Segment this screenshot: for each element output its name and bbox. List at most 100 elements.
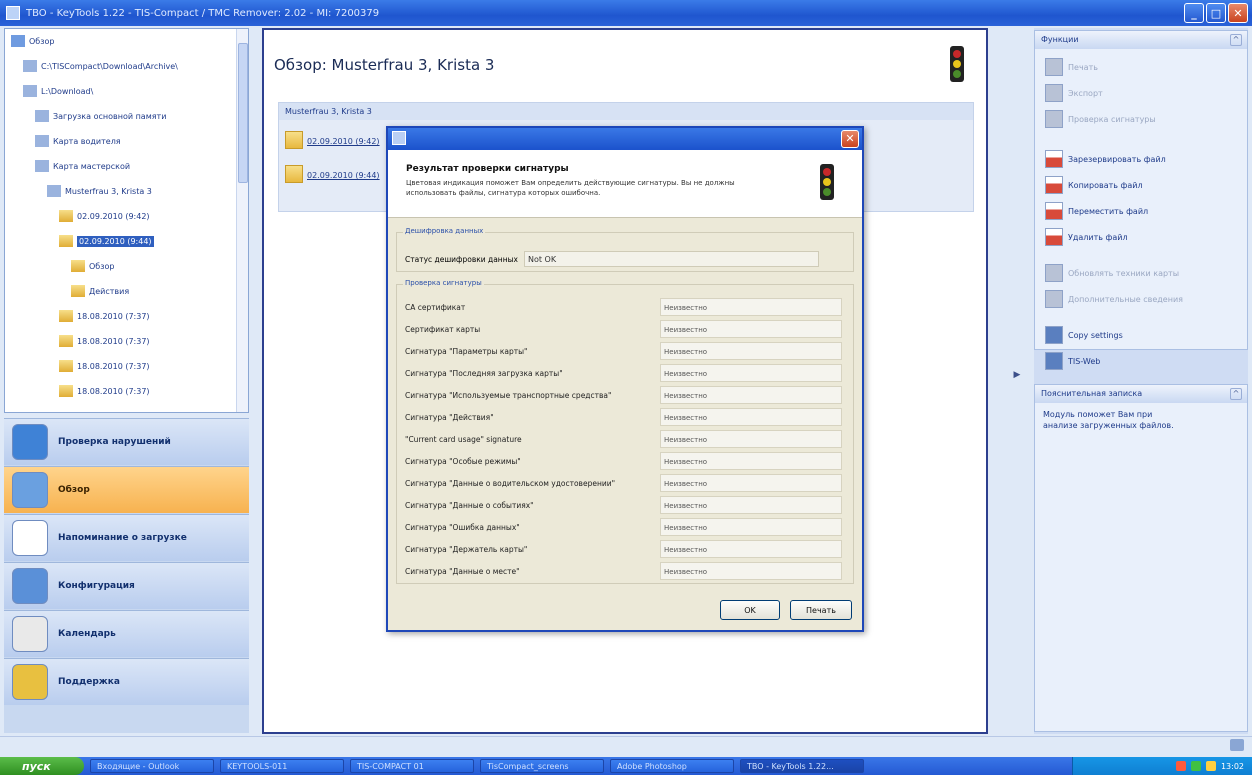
function-label: Переместить файл (1068, 206, 1149, 216)
signature-row: Сигнатура "Данные о месте" Неизвестно (405, 561, 847, 581)
tree-scrollbar[interactable] (236, 29, 248, 412)
tree-node[interactable]: 18.08.2010 (7:37) (59, 358, 150, 374)
function-item[interactable]: Печать (1045, 57, 1098, 77)
signature-row: "Current card usage" signature Неизвестно (405, 429, 847, 449)
nav-item[interactable]: Конфигурация (4, 562, 249, 609)
dialog-header: Результат проверки сигнатуры Цветовая ин… (388, 150, 862, 218)
function-item[interactable]: Экспорт (1045, 83, 1103, 103)
function-item[interactable]: Переместить файл (1045, 201, 1148, 221)
tree-node[interactable]: 02.09.2010 (9:44) (59, 233, 154, 249)
tree-node-icon (59, 385, 73, 397)
file-icon (285, 131, 303, 149)
tree-node-icon (35, 110, 49, 122)
taskbar: пуск Входящие - Outlook KEYTOOLS-011 TIS-C… (0, 757, 1252, 775)
entry-link-2[interactable]: 02.09.2010 (9:44) (307, 171, 380, 180)
function-item[interactable]: Обновлять техники карты (1045, 263, 1179, 283)
signature-check-group: Проверка сигнатуры CA сертификат Неизвест… (396, 279, 854, 584)
tree-node[interactable]: Musterfrau 3, Krista 3 (47, 183, 152, 199)
taskbar-task[interactable]: TIS-COMPACT 01 (350, 759, 474, 773)
print-button[interactable]: Печать (790, 600, 852, 620)
function-label: Копировать файл (1068, 180, 1143, 190)
nav-item-icon (12, 664, 48, 700)
tree-node[interactable]: Обзор (11, 33, 54, 49)
function-icon (1045, 290, 1063, 308)
tree-node[interactable]: Карта водителя (35, 133, 121, 149)
entry-link-1[interactable]: 02.09.2010 (9:42) (307, 137, 380, 146)
nav-item[interactable]: Календарь (4, 610, 249, 657)
right-sidebar: Функции ^ Печать Экспорт Проверка сигнатуры… (1034, 28, 1248, 734)
function-icon (1045, 202, 1063, 220)
tree-node[interactable]: Действия (71, 283, 129, 299)
tree-node[interactable]: 18.08.2010 (7:37) (59, 383, 150, 399)
taskbar-task[interactable]: TisCompact_screens (480, 759, 604, 773)
dialog-close-button[interactable]: ✕ (841, 130, 859, 148)
signature-row: Сигнатура "Ошибка данных" Неизвестно (405, 517, 847, 537)
system-tray: 13:02 (1072, 757, 1252, 775)
archive-tree[interactable]: 18.08.2010 (7:37) 18.08.2010 (7:37) 18.08.… (4, 28, 249, 413)
tree-node-label: Обзор (89, 261, 115, 271)
signature-label: "Current card usage" signature (405, 434, 522, 444)
nav-item[interactable]: Напоминание о загрузке (4, 514, 249, 561)
function-item[interactable]: Проверка сигнатуры (1045, 109, 1156, 129)
signature-label: Сигнатура "Держатель карты" (405, 544, 528, 554)
start-button[interactable]: пуск (0, 757, 84, 775)
taskbar-task[interactable]: TBO - KeyTools 1.22... (740, 759, 864, 773)
taskbar-task[interactable]: KEYTOOLS-011 (220, 759, 344, 773)
minimize-button[interactable]: _ (1184, 3, 1204, 23)
scrollbar-thumb[interactable] (238, 43, 248, 183)
nav-item-label: Поддержка (58, 677, 120, 687)
signature-row: Сигнатура "Действия" Неизвестно (405, 407, 847, 427)
function-item[interactable]: Удалить файл (1045, 227, 1128, 247)
ok-button[interactable]: OK (720, 600, 780, 620)
function-icon (1045, 84, 1063, 102)
decrypt-group-label: Дешифровка данных (403, 227, 486, 235)
function-icon (1045, 176, 1063, 194)
tray-icon[interactable] (1175, 761, 1186, 771)
tree-node-label: Действия (89, 286, 130, 296)
tree-node-label: L:\Download\ (41, 86, 94, 96)
tree-node[interactable]: C:\TISCompact\Download\Archive\ (23, 58, 178, 74)
signature-label: Сигнатура "Используемые транспортные сре… (405, 390, 612, 400)
tree-node-label: Musterfrau 3, Krista 3 (65, 186, 152, 196)
tree-node[interactable]: Обзор (71, 258, 114, 274)
nav-item[interactable]: Поддержка (4, 658, 249, 705)
tree-node[interactable]: L:\Download\ (23, 83, 93, 99)
function-item[interactable]: Copy settings (1045, 325, 1123, 345)
tree-node[interactable]: 18.08.2010 (7:37) (59, 333, 150, 349)
signature-row: Сертификат карты Неизвестно (405, 319, 847, 339)
tray-icon[interactable] (1205, 761, 1216, 771)
signature-group-label: Проверка сигнатуры (403, 279, 484, 287)
close-window-button[interactable]: ✕ (1228, 3, 1248, 23)
signature-check-dialog: ✕ Результат проверки сигнатуры Цветовая … (386, 126, 864, 632)
tree-node[interactable]: Загрузка основной памяти (35, 108, 166, 124)
signature-label: Сигнатура "Действия" (405, 412, 494, 422)
tree-node[interactable]: 18.08.2010 (7:37) (59, 308, 150, 324)
signature-row: Сигнатура "Данные о событиях" Неизвестно (405, 495, 847, 515)
function-item[interactable]: Копировать файл (1045, 175, 1143, 195)
nav-item[interactable]: Проверка нарушений (4, 418, 249, 465)
tree-node[interactable]: 02.09.2010 (9:42) (59, 208, 150, 224)
tree-node-icon (59, 210, 73, 222)
maximize-button[interactable]: □ (1206, 3, 1226, 23)
tray-icon[interactable] (1190, 761, 1201, 771)
tree-node-label: 18.08.2010 (7:37) (77, 386, 150, 396)
collapse-icon[interactable]: ^ (1230, 388, 1242, 400)
nav-item[interactable]: Обзор (4, 466, 249, 513)
dialog-titlebar: ✕ (388, 128, 862, 150)
signature-status: Неизвестно (660, 386, 842, 404)
collapse-arrow-icon[interactable]: ▶ (1010, 370, 1024, 384)
signature-row: Сигнатура "Особые режимы" Неизвестно (405, 451, 847, 471)
taskbar-task[interactable]: Adobe Photoshop (610, 759, 734, 773)
signature-status: Неизвестно (660, 540, 842, 558)
tree-node-icon (47, 185, 61, 197)
decrypt-status-label: Статус дешифровки данных (405, 254, 518, 264)
function-item[interactable]: Дополнительные сведения (1045, 289, 1183, 309)
tree-node-icon (23, 85, 37, 97)
collapse-icon[interactable]: ^ (1230, 34, 1242, 46)
function-item[interactable]: Зарезервировать файл (1045, 149, 1166, 169)
tree-node-label: Обзор (29, 36, 55, 46)
taskbar-task[interactable]: Входящие - Outlook (90, 759, 214, 773)
signature-status: Неизвестно (660, 408, 842, 426)
function-item[interactable]: TIS-Web (1045, 351, 1100, 371)
tree-node[interactable]: Карта мастерской (35, 158, 130, 174)
